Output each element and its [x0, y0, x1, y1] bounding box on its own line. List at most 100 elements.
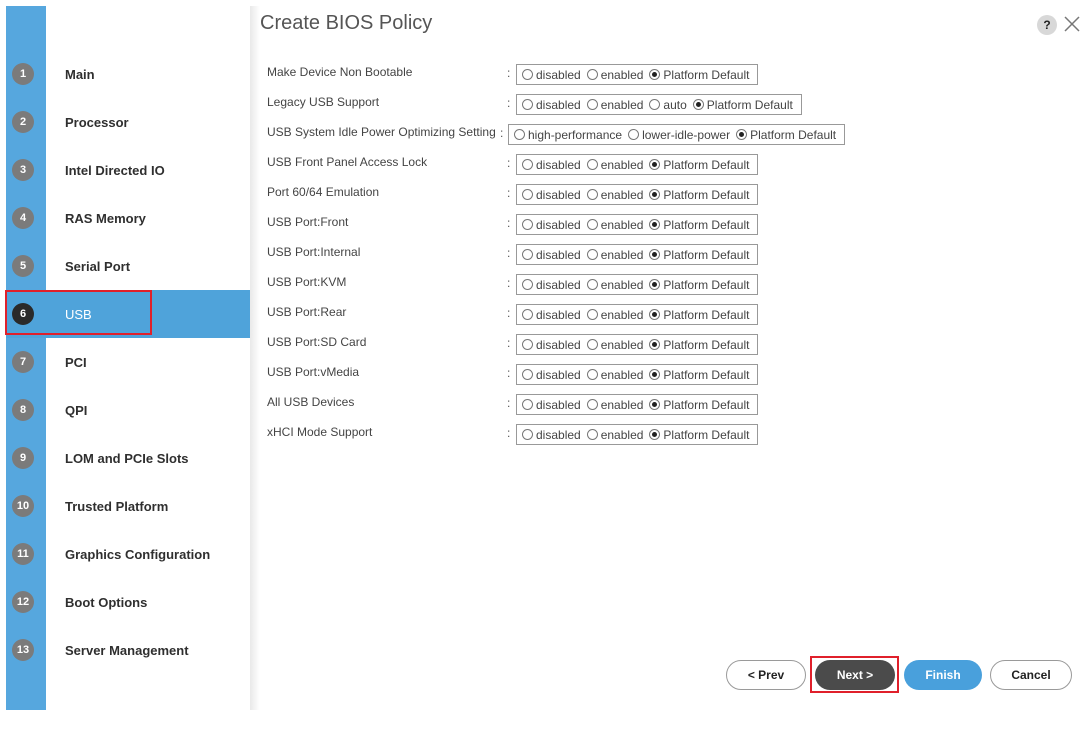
radio-option-enabled[interactable]: enabled — [586, 308, 643, 322]
radio-option-platform-default[interactable]: Platform Default — [692, 98, 793, 112]
radio-checked-icon[interactable] — [649, 69, 661, 80]
step-pci[interactable]: 7 PCI — [6, 338, 250, 386]
radio-checked-icon[interactable] — [649, 279, 661, 290]
radio-unchecked-icon[interactable] — [586, 339, 598, 350]
radio-option-platform-default[interactable]: Platform Default — [649, 428, 749, 442]
radio-unchecked-icon[interactable] — [586, 399, 598, 410]
radio-option-platform-default[interactable]: Platform Default — [649, 338, 749, 352]
radio-unchecked-icon[interactable] — [586, 429, 598, 440]
radio-unchecked-icon[interactable] — [586, 279, 598, 290]
prev-button[interactable]: < Prev — [726, 660, 806, 690]
radio-unchecked-icon[interactable] — [586, 219, 598, 230]
radio-option-disabled[interactable]: disabled — [522, 398, 581, 412]
radio-option-disabled[interactable]: disabled — [522, 428, 581, 442]
radio-option-enabled[interactable]: enabled — [586, 188, 643, 202]
step-lom-and-pcie-slots[interactable]: 9 LOM and PCIe Slots — [6, 434, 250, 482]
step-intel-directed-io[interactable]: 3 Intel Directed IO — [6, 146, 250, 194]
radio-unchecked-icon[interactable] — [522, 369, 533, 380]
radio-unchecked-icon[interactable] — [522, 429, 533, 440]
radio-checked-icon[interactable] — [649, 429, 661, 440]
radio-checked-icon[interactable] — [649, 189, 661, 200]
radio-unchecked-icon[interactable] — [522, 339, 533, 350]
radio-option-enabled[interactable]: enabled — [586, 248, 643, 262]
radio-option-disabled[interactable]: disabled — [522, 338, 581, 352]
radio-unchecked-icon[interactable] — [586, 249, 598, 260]
finish-button[interactable]: Finish — [904, 660, 982, 690]
radio-option-platform-default[interactable]: Platform Default — [649, 398, 749, 412]
radio-option-platform-default[interactable]: Platform Default — [649, 278, 749, 292]
radio-checked-icon[interactable] — [649, 249, 661, 260]
radio-unchecked-icon[interactable] — [522, 189, 533, 200]
radio-unchecked-icon[interactable] — [586, 99, 598, 110]
radio-unchecked-icon[interactable] — [586, 309, 598, 320]
radio-unchecked-icon[interactable] — [586, 189, 598, 200]
radio-unchecked-icon[interactable] — [522, 99, 533, 110]
radio-checked-icon[interactable] — [649, 399, 661, 410]
radio-option-enabled[interactable]: enabled — [586, 158, 643, 172]
radio-option-disabled[interactable]: disabled — [522, 368, 581, 382]
radio-unchecked-icon[interactable] — [522, 69, 533, 80]
radio-option-enabled[interactable]: enabled — [586, 368, 643, 382]
radio-option-disabled[interactable]: disabled — [522, 218, 581, 232]
radio-unchecked-icon[interactable] — [586, 159, 598, 170]
radio-option-enabled[interactable]: enabled — [586, 218, 643, 232]
radio-unchecked-icon[interactable] — [522, 219, 533, 230]
radio-checked-icon[interactable] — [649, 339, 661, 350]
radio-option-platform-default[interactable]: Platform Default — [649, 158, 749, 172]
radio-checked-icon[interactable] — [692, 99, 704, 110]
radio-option-disabled[interactable]: disabled — [522, 98, 581, 112]
step-ras-memory[interactable]: 4 RAS Memory — [6, 194, 250, 242]
step-main[interactable]: 1 Main — [6, 50, 250, 98]
radio-option-disabled[interactable]: disabled — [522, 158, 581, 172]
radio-option-enabled[interactable]: enabled — [586, 68, 643, 82]
radio-option-platform-default[interactable]: Platform Default — [649, 368, 749, 382]
radio-unchecked-icon[interactable] — [586, 369, 598, 380]
radio-option-disabled[interactable]: disabled — [522, 248, 581, 262]
radio-option-platform-default[interactable]: Platform Default — [649, 188, 749, 202]
sidebar-divider — [250, 6, 260, 710]
help-icon[interactable]: ? — [1037, 15, 1057, 35]
radio-option-enabled[interactable]: enabled — [586, 428, 643, 442]
step-trusted-platform[interactable]: 10 Trusted Platform — [6, 482, 250, 530]
radio-unchecked-icon[interactable] — [522, 309, 533, 320]
radio-unchecked-icon[interactable] — [522, 249, 533, 260]
radio-option-platform-default[interactable]: Platform Default — [649, 218, 749, 232]
step-qpi[interactable]: 8 QPI — [6, 386, 250, 434]
radio-option-disabled[interactable]: disabled — [522, 68, 581, 82]
radio-option-high-performance[interactable]: high-performance — [514, 128, 622, 142]
radio-unchecked-icon[interactable] — [586, 69, 598, 80]
radio-checked-icon[interactable] — [736, 129, 748, 140]
radio-option-platform-default[interactable]: Platform Default — [649, 68, 749, 82]
radio-option-enabled[interactable]: enabled — [586, 98, 643, 112]
step-usb[interactable]: 6 USB — [6, 290, 250, 338]
radio-option-platform-default[interactable]: Platform Default — [736, 128, 836, 142]
radio-unchecked-icon[interactable] — [522, 159, 533, 170]
radio-option-disabled[interactable]: disabled — [522, 308, 581, 322]
radio-checked-icon[interactable] — [649, 159, 661, 170]
radio-unchecked-icon[interactable] — [649, 99, 661, 110]
radio-option-lower-idle-power[interactable]: lower-idle-power — [628, 128, 730, 142]
radio-option-auto[interactable]: auto — [649, 98, 687, 112]
close-icon[interactable] — [1061, 13, 1083, 35]
step-processor[interactable]: 2 Processor — [6, 98, 250, 146]
radio-option-enabled[interactable]: enabled — [586, 278, 643, 292]
radio-option-enabled[interactable]: enabled — [586, 398, 643, 412]
radio-unchecked-icon[interactable] — [628, 129, 640, 140]
radio-option-platform-default[interactable]: Platform Default — [649, 248, 749, 262]
step-server-management[interactable]: 13 Server Management — [6, 626, 250, 674]
radio-option-enabled[interactable]: enabled — [586, 338, 643, 352]
radio-option-disabled[interactable]: disabled — [522, 188, 581, 202]
step-serial-port[interactable]: 5 Serial Port — [6, 242, 250, 290]
radio-unchecked-icon[interactable] — [522, 399, 533, 410]
radio-option-disabled[interactable]: disabled — [522, 278, 581, 292]
cancel-button[interactable]: Cancel — [990, 660, 1072, 690]
step-boot-options[interactable]: 12 Boot Options — [6, 578, 250, 626]
radio-unchecked-icon[interactable] — [514, 129, 525, 140]
next-button[interactable]: Next > — [815, 660, 895, 690]
radio-checked-icon[interactable] — [649, 369, 661, 380]
step-graphics-configuration[interactable]: 11 Graphics Configuration — [6, 530, 250, 578]
radio-unchecked-icon[interactable] — [522, 279, 533, 290]
radio-checked-icon[interactable] — [649, 309, 661, 320]
radio-checked-icon[interactable] — [649, 219, 661, 230]
radio-option-platform-default[interactable]: Platform Default — [649, 308, 749, 322]
